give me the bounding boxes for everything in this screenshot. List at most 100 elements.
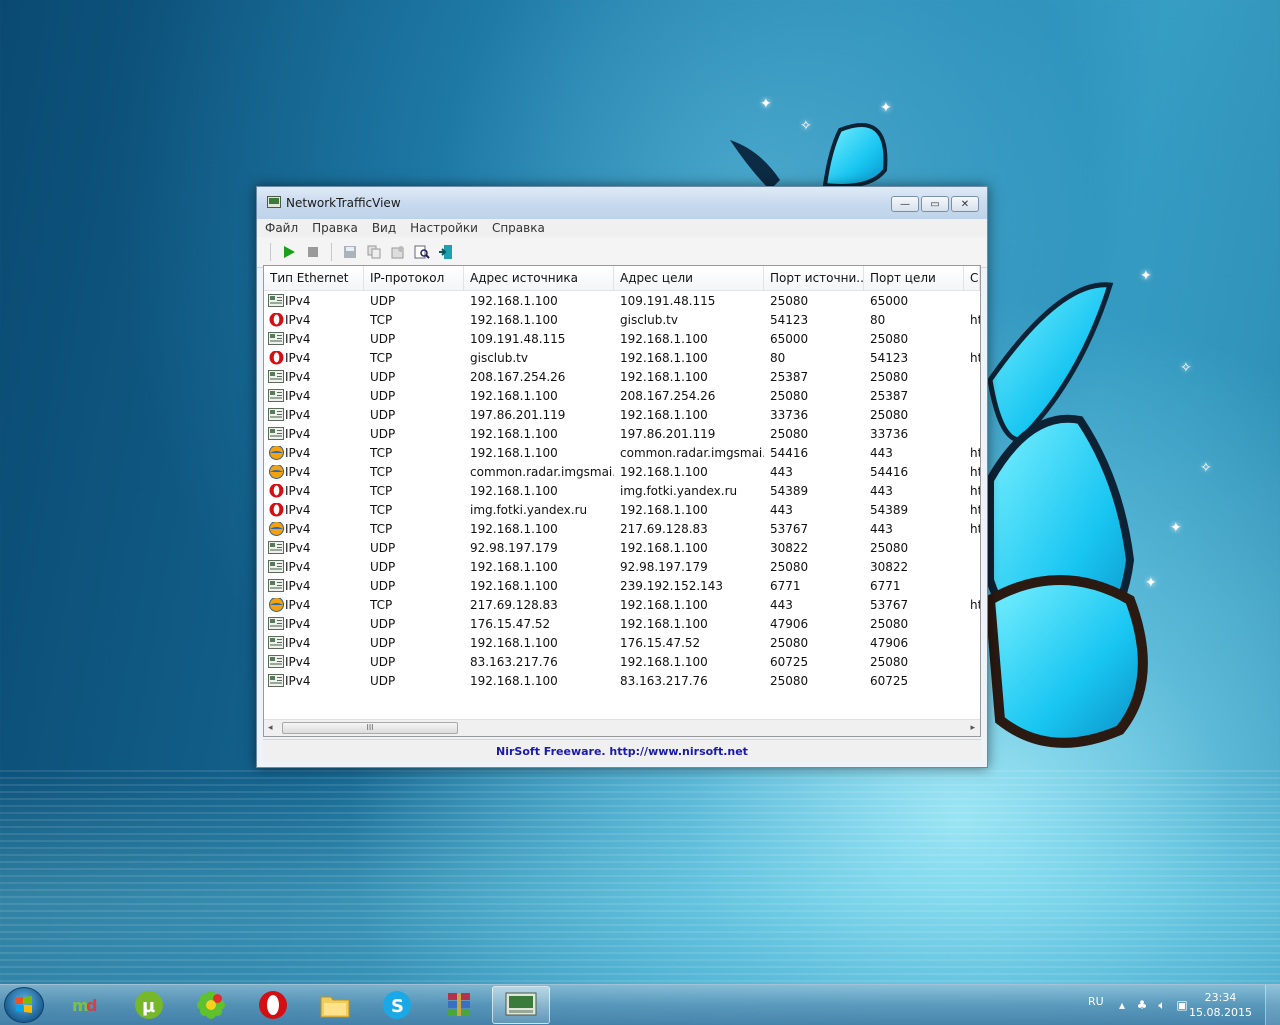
cell-destination-port: 6771: [870, 578, 901, 593]
cell-ip-protocol: TCP: [370, 312, 393, 327]
table-row[interactable]: IPv4 TCP 192.168.1.100 img.fotki.yandex.ru 5…: [264, 481, 980, 500]
network-icon: [268, 636, 284, 650]
network-icon[interactable]: ▣: [1174, 997, 1190, 1013]
cell-destination-address: 192.168.1.100: [620, 350, 708, 365]
clock[interactable]: 23:34 15.08.2015: [1189, 990, 1252, 1020]
col-service[interactable]: С...: [964, 266, 980, 290]
cell-destination-address: 92.98.197.179: [620, 559, 708, 574]
cell-destination-address: 192.168.1.100: [620, 407, 708, 422]
tray-expand-icon[interactable]: ▴: [1114, 997, 1130, 1013]
table-row[interactable]: IPv4 TCP 192.168.1.100 gisclub.tv 54123 80 ht: [264, 310, 980, 329]
show-desktop-button[interactable]: [1265, 985, 1280, 1025]
table-row[interactable]: IPv4 TCP 192.168.1.100 common.radar.imgsmai…: [264, 443, 980, 462]
cell-ip-protocol: UDP: [370, 559, 396, 574]
menu-file[interactable]: Файл: [265, 221, 298, 235]
toolbar-separator: [270, 243, 271, 261]
table-row[interactable]: IPv4 UDP 176.15.47.52 192.168.1.100 47906 250…: [264, 614, 980, 633]
window-title: NetworkTrafficView: [286, 196, 401, 210]
cell-ip-protocol: UDP: [370, 331, 396, 346]
minimize-button[interactable]: —: [891, 196, 919, 212]
taskbar-icq-button[interactable]: [182, 986, 240, 1024]
cell-destination-address: 192.168.1.100: [620, 331, 708, 346]
networktrafficview-icon: [505, 992, 537, 1018]
tray-app-icon[interactable]: ♣: [1134, 997, 1150, 1013]
table-row[interactable]: IPv4 UDP 83.163.217.76 192.168.1.100 60725 25…: [264, 652, 980, 671]
taskbar-opera-button[interactable]: [244, 986, 302, 1024]
col-ethernet-type[interactable]: Тип Ethernet: [264, 266, 364, 290]
taskbar-mediaget-button[interactable]: md: [58, 986, 116, 1024]
volume-icon[interactable]: 🔈︎: [1154, 997, 1170, 1013]
table-row[interactable]: IPv4 UDP 197.86.201.119 192.168.1.100 33736 2…: [264, 405, 980, 424]
cell-destination-port: 25080: [870, 540, 909, 555]
taskbar-explorer-button[interactable]: [306, 986, 364, 1024]
menu-help[interactable]: Справка: [492, 221, 545, 235]
taskbar-skype-button[interactable]: S: [368, 986, 426, 1024]
cell-ethernet-type: IPv4: [264, 617, 364, 631]
table-row[interactable]: IPv4 UDP 192.168.1.100 92.98.197.179 25080 30…: [264, 557, 980, 576]
table-row[interactable]: IPv4 TCP img.fotki.yandex.ru 192.168.1.100 4…: [264, 500, 980, 519]
status-link[interactable]: NirSoft Freeware. http://www.nirsoft.net: [496, 745, 748, 758]
cell-source-address: common.radar.imgsmai...: [470, 464, 614, 479]
cell-ip-protocol: UDP: [370, 578, 396, 593]
table-row[interactable]: IPv4 TCP common.radar.imgsmai... 192.168.1.…: [264, 462, 980, 481]
table-row[interactable]: IPv4 UDP 208.167.254.26 192.168.1.100 25387 2…: [264, 367, 980, 386]
copy-icon[interactable]: [365, 243, 383, 261]
svg-text:S: S: [391, 996, 404, 1017]
taskbar-winrar-button[interactable]: [430, 986, 488, 1024]
menu-view[interactable]: Вид: [372, 221, 396, 235]
menu-edit[interactable]: Правка: [312, 221, 358, 235]
cell-destination-address: gisclub.tv: [620, 312, 678, 327]
connections-list[interactable]: Тип Ethernet IP-протокол Адрес источника…: [263, 265, 981, 737]
taskbar-utorrent-button[interactable]: µ: [120, 986, 178, 1024]
scroll-right-icon[interactable]: ▸: [970, 723, 975, 733]
stop-icon[interactable]: [304, 243, 322, 261]
table-row[interactable]: IPv4 TCP gisclub.tv 192.168.1.100 80 54123 ht: [264, 348, 980, 367]
scroll-thumb[interactable]: III: [282, 722, 458, 734]
cell-source-port: 54389: [770, 483, 809, 498]
table-row[interactable]: IPv4 UDP 192.168.1.100 197.86.201.119 25080 3…: [264, 424, 980, 443]
scroll-left-icon[interactable]: ◂: [268, 723, 273, 733]
close-button[interactable]: ✕: [951, 196, 979, 212]
cell-ethernet-text: IPv4: [285, 559, 311, 574]
clock-time: 23:34: [1204, 991, 1237, 1004]
cell-source-address: 192.168.1.100: [470, 293, 558, 308]
start-button[interactable]: [4, 987, 44, 1023]
table-row[interactable]: IPv4 UDP 109.191.48.115 192.168.1.100 65000 2…: [264, 329, 980, 348]
maximize-button[interactable]: ▭: [921, 196, 949, 212]
table-row[interactable]: IPv4 TCP 217.69.128.83 192.168.1.100 443 5376…: [264, 595, 980, 614]
col-destination-address[interactable]: Адрес цели: [614, 266, 764, 290]
table-row[interactable]: IPv4 TCP 192.168.1.100 217.69.128.83 53767 44…: [264, 519, 980, 538]
cell-source-address: 176.15.47.52: [470, 616, 551, 631]
cell-ethernet-text: IPv4: [285, 369, 311, 384]
horizontal-scrollbar[interactable]: ◂ III ▸: [264, 719, 980, 736]
table-row[interactable]: IPv4 UDP 192.168.1.100 176.15.47.52 25080 479…: [264, 633, 980, 652]
language-indicator[interactable]: RU: [1088, 995, 1104, 1008]
table-row[interactable]: IPv4 UDP 192.168.1.100 208.167.254.26 25080 2…: [264, 386, 980, 405]
cell-destination-port: 25080: [870, 331, 909, 346]
table-row[interactable]: IPv4 UDP 192.168.1.100 109.191.48.115 25080 6…: [264, 291, 980, 310]
exit-icon[interactable]: [437, 243, 455, 261]
cell-destination-port: 25080: [870, 654, 909, 669]
icq-icon: [196, 990, 226, 1020]
cell-ip-protocol: UDP: [370, 540, 396, 555]
table-row[interactable]: IPv4 UDP 192.168.1.100 83.163.217.76 25080 60…: [264, 671, 980, 690]
play-icon[interactable]: [280, 243, 298, 261]
title-bar[interactable]: NetworkTrafficView — ▭ ✕: [257, 187, 987, 219]
menu-settings[interactable]: Настройки: [410, 221, 478, 235]
cell-ethernet-type: IPv4: [264, 502, 364, 517]
agent-icon: [268, 445, 284, 460]
table-row[interactable]: IPv4 UDP 192.168.1.100 239.192.152.143 6771 6…: [264, 576, 980, 595]
explorer-icon: [319, 991, 351, 1019]
cell-source-port: 54123: [770, 312, 809, 327]
col-source-address[interactable]: Адрес источника: [464, 266, 614, 290]
col-destination-port[interactable]: Порт цели: [864, 266, 964, 290]
cell-destination-address: 192.168.1.100: [620, 540, 708, 555]
cell-destination-port: 25387: [870, 388, 909, 403]
col-source-port[interactable]: Порт источни...: [764, 266, 864, 290]
col-ip-protocol[interactable]: IP-протокол: [364, 266, 464, 290]
find-icon[interactable]: [413, 243, 431, 261]
taskbar-networktrafficview-button[interactable]: [492, 986, 550, 1024]
save-icon[interactable]: [341, 243, 359, 261]
table-row[interactable]: IPv4 UDP 92.98.197.179 192.168.1.100 30822 25…: [264, 538, 980, 557]
properties-icon[interactable]: [389, 243, 407, 261]
